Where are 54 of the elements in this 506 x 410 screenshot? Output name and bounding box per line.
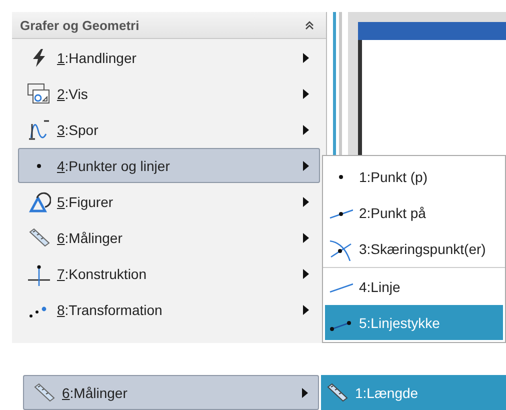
line-icon	[330, 282, 353, 292]
submenu-arrow-icon	[303, 160, 309, 170]
submenu-item-label: 1:Punkt (p)	[359, 168, 428, 184]
lightning-icon	[33, 48, 45, 66]
menu-item[interactable]: 8:Transformation	[18, 292, 320, 327]
submenu-arrow-icon	[303, 304, 309, 314]
ruler-icon	[32, 380, 56, 404]
menu-item-label: 1:Handlinger	[57, 50, 138, 66]
submenu-item-label: 4:Linje	[359, 278, 402, 294]
menu-item-label: 2:Vis	[57, 86, 89, 102]
menu-title: Grafer og Geometri	[20, 18, 140, 32]
ruler-icon	[29, 228, 50, 246]
trace-icon	[28, 120, 50, 140]
submenu-item[interactable]: 2:Punkt på	[325, 195, 503, 230]
submenu-arrow-icon	[303, 88, 309, 98]
submenu-arrow-icon	[303, 196, 309, 206]
point-on-line-icon	[330, 208, 353, 218]
segment-icon	[330, 320, 351, 330]
submenu-item-label: 3:Skæringspunkt(er)	[359, 240, 487, 256]
triangle-icon	[29, 192, 51, 212]
submenu-arrow-icon	[302, 388, 308, 398]
views-icon	[28, 83, 50, 103]
menu-item[interactable]: 1:Handlinger	[18, 40, 320, 75]
menu-item-label: 4:Punkter og linjer	[57, 158, 171, 174]
menu-item[interactable]: 5:Figurer	[18, 184, 320, 219]
menu-item[interactable]: 7:Konstruktion	[18, 256, 320, 291]
menu-item-label: 7:Konstruktion	[57, 266, 148, 282]
submenu-item-label: 1:Længde	[355, 384, 420, 400]
submenu-item-label: 5:Linjestykke	[359, 314, 441, 330]
submenu-item[interactable]: 1:Punkt (p)	[325, 159, 503, 194]
point-icon	[339, 174, 343, 178]
collapse-icon[interactable]	[305, 20, 314, 30]
point-icon	[37, 164, 41, 168]
menu-item[interactable]: 6:Målinger	[23, 375, 319, 410]
submenu-item[interactable]: 3:Skæringspunkt(er)	[325, 231, 503, 266]
menu-item[interactable]: 2:Vis	[18, 76, 320, 111]
submenu-item-label: 2:Punkt på	[359, 204, 427, 220]
submenu-item[interactable]: 4:Linje	[325, 269, 503, 304]
menu-item[interactable]: 3:Spor	[18, 112, 320, 147]
menu-item-label: 5:Figurer	[57, 194, 114, 210]
perpendicular-icon	[28, 264, 50, 286]
menu-item[interactable]: 6:Målinger	[18, 220, 320, 255]
submenu-arrow-icon	[303, 268, 309, 278]
submenu-arrow-icon	[303, 52, 309, 62]
ruler-icon	[325, 380, 349, 404]
menu-item-label: 8:Transformation	[57, 302, 164, 318]
transform-icon	[30, 306, 46, 317]
submenu-arrow-icon	[303, 232, 309, 242]
intersection-icon	[330, 240, 352, 260]
menu-item-label: 3:Spor	[57, 122, 100, 138]
submenu-arrow-icon	[303, 124, 309, 134]
menu-item[interactable]: 4:Punkter og linjer	[18, 148, 320, 183]
menu-item-label: 6:Målinger	[62, 384, 128, 400]
menu-item-label: 6:Målinger	[57, 230, 124, 246]
